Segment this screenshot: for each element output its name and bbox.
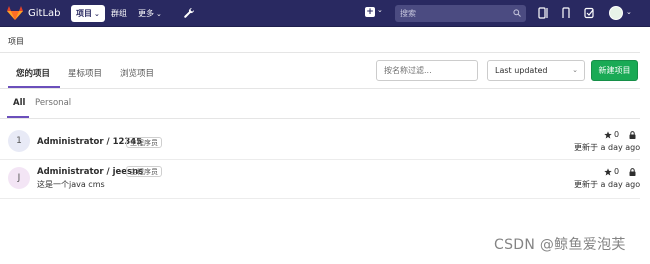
sort-dropdown[interactable]: Last updated ⌄ xyxy=(487,60,585,81)
tab-explore-projects[interactable]: 浏览项目 xyxy=(120,67,154,79)
gitlab-logo-icon[interactable] xyxy=(7,6,23,20)
chevron-down-icon: ⌄ xyxy=(156,10,162,18)
project-avatar[interactable]: J xyxy=(8,167,30,189)
subtab-all[interactable]: All xyxy=(13,98,25,108)
divider xyxy=(0,88,640,89)
star-count: 0 xyxy=(614,130,620,139)
project-description: 这是一个java cms xyxy=(37,180,105,189)
issues-icon[interactable] xyxy=(538,7,549,19)
row-divider xyxy=(0,198,640,199)
nav-groups-button[interactable]: 群组 xyxy=(106,5,132,22)
todos-icon[interactable] xyxy=(584,7,595,19)
star-icon[interactable] xyxy=(604,168,612,176)
divider xyxy=(0,52,640,53)
search-icon xyxy=(513,9,521,17)
role-badge: 主程序员 xyxy=(126,137,162,148)
search-input[interactable]: 搜索 xyxy=(395,5,526,22)
project-avatar[interactable]: 1 xyxy=(8,130,30,152)
user-avatar[interactable] xyxy=(609,6,623,20)
nav-more-button[interactable]: 更多 ⌄ xyxy=(133,5,167,22)
lock-icon xyxy=(629,131,636,139)
breadcrumb[interactable]: 项目 xyxy=(8,36,24,47)
nav-projects-label: 项目 xyxy=(76,9,92,18)
star-icon[interactable] xyxy=(604,131,612,139)
sort-value: Last updated xyxy=(495,66,548,75)
tab-your-projects[interactable]: 您的项目 xyxy=(16,67,50,79)
chevron-down-icon: ⌄ xyxy=(572,66,578,74)
updated-time: 更新于 a day ago xyxy=(574,143,641,152)
admin-wrench-icon[interactable] xyxy=(183,7,195,19)
top-navbar: GitLab 项目 ⌄ 群组 更多 ⌄ + ⌄ 搜索 ⌄ xyxy=(0,0,650,27)
nav-groups-label: 群组 xyxy=(111,9,127,18)
role-badge: 主程序员 xyxy=(126,166,162,177)
subtab-personal[interactable]: Personal xyxy=(35,98,71,108)
brand-name[interactable]: GitLab xyxy=(28,8,61,19)
filter-placeholder: 按名称过滤... xyxy=(384,66,432,75)
nav-projects-button[interactable]: 项目 ⌄ xyxy=(71,5,105,22)
chevron-down-icon[interactable]: ⌄ xyxy=(626,8,632,16)
new-dropdown-plus-icon[interactable]: + xyxy=(365,7,375,17)
row-divider xyxy=(0,159,640,160)
star-count: 0 xyxy=(614,167,620,176)
watermark-text: CSDN @鲸鱼爱泡芙 xyxy=(494,237,626,253)
filter-by-name-input[interactable]: 按名称过滤... xyxy=(376,60,478,81)
nav-more-label: 更多 xyxy=(138,9,154,18)
search-placeholder: 搜索 xyxy=(400,9,416,18)
merge-requests-icon[interactable] xyxy=(561,7,572,19)
divider xyxy=(0,118,640,119)
lock-icon xyxy=(629,168,636,176)
updated-time: 更新于 a day ago xyxy=(574,180,641,189)
chevron-down-icon[interactable]: ⌄ xyxy=(377,6,383,14)
chevron-down-icon: ⌄ xyxy=(94,10,100,18)
new-project-button[interactable]: 新建项目 xyxy=(591,60,638,81)
tab-starred-projects[interactable]: 星标项目 xyxy=(68,67,102,79)
